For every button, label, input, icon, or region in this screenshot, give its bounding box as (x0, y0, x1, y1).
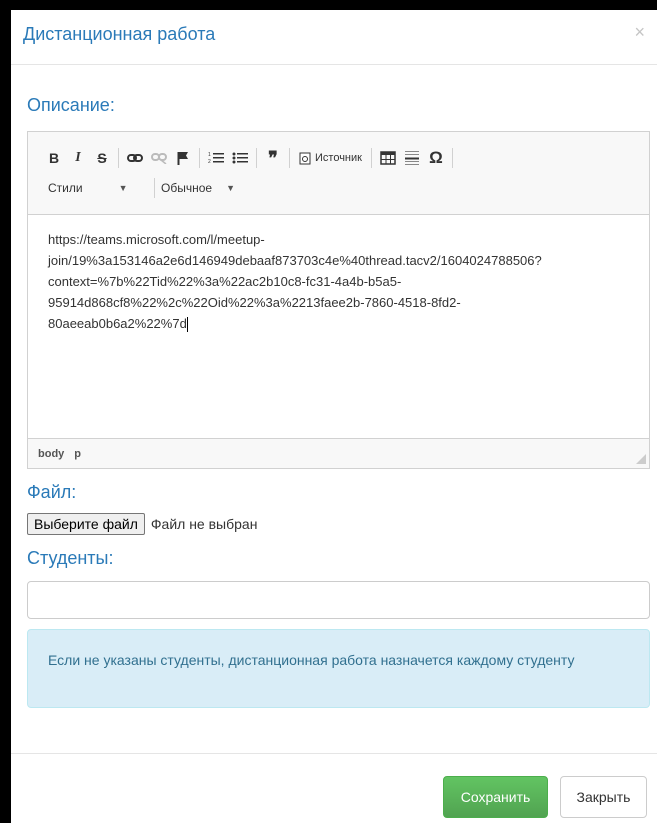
editor-toolbar: B I S 12 ❞ Источник Ω Стили ▼ Обычное ▼ (28, 132, 649, 215)
content-line: 95914d868cf8%22%2c%22Oid%22%3a%2213faee2… (48, 295, 461, 310)
chevron-down-icon: ▼ (118, 183, 128, 193)
source-label: Источник (315, 152, 362, 164)
text-cursor (186, 317, 188, 333)
source-button[interactable]: Источник (294, 146, 367, 170)
file-label: Файл: (27, 482, 77, 502)
format-label: Обычное (161, 181, 213, 195)
content-line: https://teams.microsoft.com/l/meetup- (48, 232, 265, 247)
close-button[interactable]: Закрыть (560, 776, 647, 818)
remote-work-dialog: Дистанционная работа × Описание: B I S 1… (11, 10, 657, 823)
content-line-text: 80aeeab0b6a2%22%7d (48, 316, 187, 331)
toolbar-separator (256, 148, 257, 168)
content-line: 80aeeab0b6a2%22%7d (48, 313, 629, 334)
format-dropdown[interactable]: Обычное ▼ (161, 176, 235, 200)
path-p[interactable]: p (74, 448, 81, 460)
toolbar-separator (289, 148, 290, 168)
close-icon[interactable]: × (634, 22, 645, 43)
toolbar-separator (451, 148, 453, 168)
chevron-down-icon: ▼ (226, 183, 235, 193)
numbered-list-button[interactable]: 12 (204, 146, 228, 170)
styles-dropdown[interactable]: Стили ▼ (48, 176, 154, 200)
table-icon (380, 151, 396, 165)
content-line: join/19%3a153146a2e6d146949debaaf873703c… (48, 253, 542, 268)
svg-text:1: 1 (208, 152, 211, 158)
quote-icon: ❞ (268, 147, 278, 168)
toolbar-separator (370, 148, 372, 168)
students-input[interactable] (27, 581, 650, 619)
info-alert: Если не указаны студенты, дистанционная … (27, 629, 650, 708)
horizontal-rule-button[interactable] (400, 146, 424, 170)
horizontal-rule-icon (404, 151, 419, 165)
path-body[interactable]: body (38, 448, 64, 460)
blockquote-button[interactable]: ❞ (261, 146, 285, 170)
numbered-list-icon: 12 (208, 152, 224, 165)
unlink-button[interactable] (147, 146, 171, 170)
bulleted-list-button[interactable] (228, 146, 252, 170)
rich-text-editor: B I S 12 ❞ Источник Ω Стили ▼ Обычное ▼ … (27, 131, 650, 469)
toolbar-separator (154, 178, 155, 198)
students-label: Студенты: (27, 548, 114, 568)
link-icon (127, 154, 143, 162)
save-button[interactable]: Сохранить (443, 776, 548, 818)
bulleted-list-icon (232, 152, 248, 164)
anchor-button[interactable] (171, 146, 195, 170)
bold-button[interactable]: B (42, 146, 66, 170)
file-status: Файл не выбран (150, 516, 258, 532)
content-line: context=%7b%22Tid%22%3a%22ac2b10c8-fc31-… (48, 274, 402, 289)
description-label: Описание: (27, 95, 115, 115)
svg-text:2: 2 (208, 159, 211, 165)
footer-divider (11, 753, 657, 754)
editor-content[interactable]: https://teams.microsoft.com/l/meetup- jo… (28, 215, 649, 433)
special-char-button[interactable]: Ω (424, 146, 448, 170)
table-button[interactable] (376, 146, 400, 170)
modal-title: Дистанционная работа (23, 24, 216, 44)
strikethrough-button[interactable]: S (90, 146, 114, 170)
toolbar-separator (118, 148, 119, 168)
styles-label: Стили (48, 181, 83, 195)
omega-icon: Ω (429, 148, 443, 167)
file-input: Выберите файл Файл не выбран (27, 513, 257, 535)
source-icon (299, 152, 311, 164)
element-path: body p (28, 438, 649, 468)
unlink-icon (151, 153, 167, 164)
toolbar-separator (199, 148, 200, 168)
italic-button[interactable]: I (66, 146, 90, 170)
resize-grip-icon[interactable] (636, 454, 646, 464)
flag-icon (177, 152, 188, 165)
modal-header: Дистанционная работа × (11, 10, 657, 65)
link-button[interactable] (123, 146, 147, 170)
choose-file-button[interactable]: Выберите файл (27, 513, 145, 535)
